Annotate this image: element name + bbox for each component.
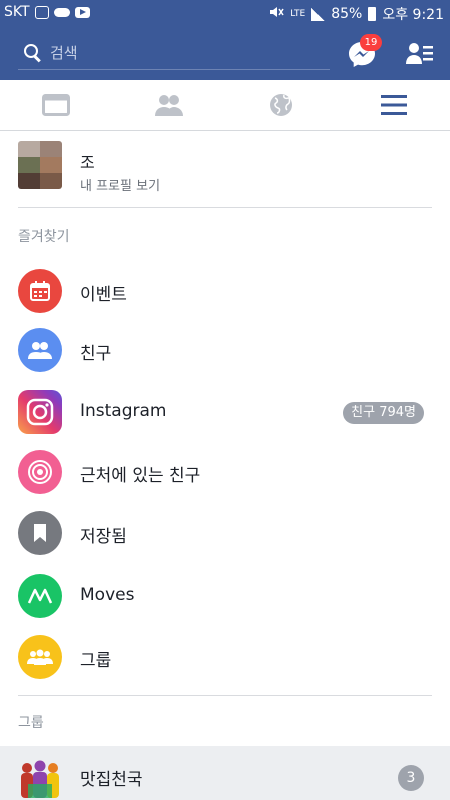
cloud-icon bbox=[53, 7, 70, 17]
profile-row[interactable]: 조 내 프로필 보기 bbox=[0, 131, 450, 207]
favorite-label: 친구 bbox=[80, 344, 112, 364]
favorite-label: 저장됨 bbox=[80, 527, 127, 547]
divider bbox=[18, 207, 432, 208]
tab-bar bbox=[0, 80, 450, 131]
favorite-item-saved[interactable]: 저장됨 bbox=[0, 503, 450, 563]
instagram-icon bbox=[18, 390, 62, 434]
favorite-item-friends[interactable]: 친구 bbox=[0, 320, 450, 380]
search-bar[interactable]: 검색 bbox=[18, 36, 330, 70]
nearby-icon bbox=[18, 450, 62, 494]
favorite-item-groups[interactable]: 그룹 bbox=[0, 627, 450, 687]
youtube-icon bbox=[74, 6, 90, 18]
favorite-item-nearby-friends[interactable]: 근처에 있는 친구 bbox=[0, 442, 450, 502]
tab-notifications[interactable] bbox=[225, 80, 338, 130]
group-item[interactable]: 맛집천국 3 bbox=[0, 746, 450, 800]
favorite-label: Moves bbox=[80, 585, 135, 605]
favorite-item-moves[interactable]: Moves bbox=[0, 566, 450, 626]
group-thumbnail bbox=[18, 754, 62, 798]
network-type: LTE bbox=[290, 8, 306, 19]
favorite-label: 그룹 bbox=[80, 651, 112, 671]
globe-icon bbox=[270, 94, 293, 116]
calendar-icon bbox=[18, 269, 62, 313]
status-bar: SKT LTE 85% 오후 9:21 bbox=[0, 0, 450, 26]
bookmark-icon bbox=[18, 511, 62, 555]
signal-icon bbox=[311, 7, 326, 21]
groups-icon bbox=[18, 635, 62, 679]
view-profile-link: 내 프로필 보기 bbox=[80, 179, 161, 194]
mute-icon bbox=[268, 5, 284, 23]
favorites-heading: 즐겨찾기 bbox=[18, 229, 70, 245]
clock: 오후 9:21 bbox=[382, 7, 444, 23]
profile-name: 조 bbox=[80, 153, 95, 172]
friend-requests-icon[interactable] bbox=[406, 42, 434, 66]
favorite-label: Instagram bbox=[80, 401, 167, 421]
favorite-item-events[interactable]: 이벤트 bbox=[0, 261, 450, 321]
groups-heading: 그룹 bbox=[18, 715, 44, 731]
battery-percent: 85% bbox=[331, 6, 363, 22]
search-placeholder: 검색 bbox=[50, 44, 78, 62]
messenger-badge: 19 bbox=[360, 34, 382, 51]
avatar bbox=[18, 141, 62, 189]
tab-friends[interactable] bbox=[113, 80, 226, 130]
moves-icon bbox=[18, 574, 62, 618]
tab-menu[interactable] bbox=[338, 80, 450, 130]
search-icon bbox=[22, 42, 44, 64]
group-count-badge: 3 bbox=[398, 765, 424, 791]
battery-icon bbox=[368, 7, 377, 21]
friends-icon bbox=[154, 95, 183, 116]
carrier-label: SKT bbox=[4, 4, 30, 20]
menu-icon bbox=[380, 95, 407, 115]
friends-icon bbox=[18, 328, 62, 372]
news-feed-icon bbox=[42, 94, 71, 116]
favorite-item-instagram[interactable]: Instagram 친구 794명 bbox=[0, 382, 450, 442]
group-label: 맛집천국 bbox=[80, 770, 143, 790]
favorite-label: 근처에 있는 친구 bbox=[80, 466, 201, 486]
notification-icon bbox=[34, 5, 49, 19]
instagram-friends-badge: 친구 794명 bbox=[343, 402, 424, 424]
divider bbox=[18, 695, 432, 696]
favorite-label: 이벤트 bbox=[80, 285, 127, 305]
app-header: 검색 19 bbox=[0, 26, 450, 80]
tab-news-feed[interactable] bbox=[0, 80, 113, 130]
